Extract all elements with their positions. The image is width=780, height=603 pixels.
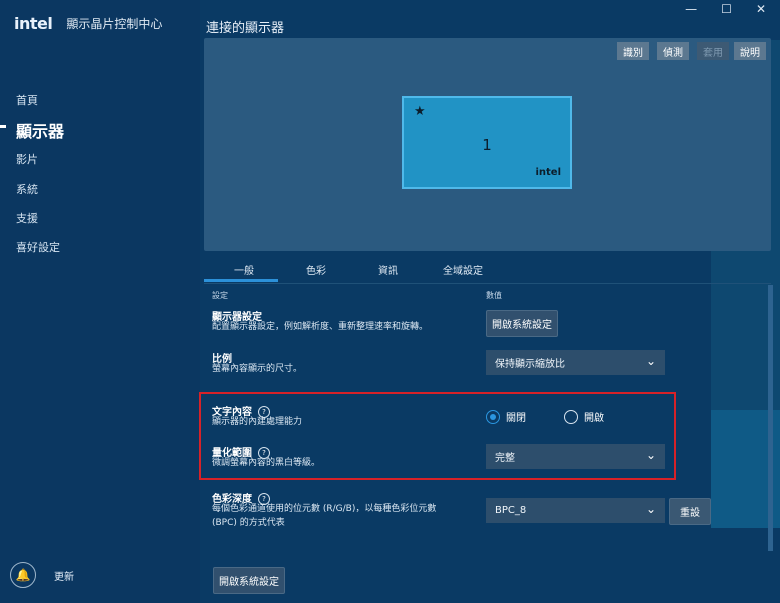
chevron-down-icon: ⌄	[645, 354, 656, 368]
display-settings-desc: 配置顯示器設定，例如解析度、重新整理速率和旋轉。	[212, 322, 429, 332]
sidebar-item-display[interactable]: 顯示器	[16, 118, 64, 142]
display-preview: 識別 偵測 套用 說明 ★ 1 intel	[204, 38, 771, 251]
bell-icon: 🔔	[10, 562, 36, 588]
update-item[interactable]: 🔔 更新	[10, 562, 74, 588]
scrollbar-thumb[interactable]	[768, 285, 773, 551]
divider	[204, 283, 771, 284]
help-button[interactable]: 說明	[734, 42, 766, 60]
color-depth-desc-1: 每個色彩通道使用的位元數 (R/G/B)，以每種色彩位元數	[212, 504, 437, 514]
footer-bar: 開啟系統設定	[200, 553, 768, 603]
color-depth-value: BPC_8	[495, 505, 527, 516]
tab-info[interactable]: 資訊	[378, 262, 398, 277]
app-title: 顯示晶片控制中心	[66, 17, 163, 31]
sidebar-item-video[interactable]: 影片	[16, 151, 38, 167]
maximize-button[interactable]: ☐	[721, 2, 732, 16]
window-controls: — ☐ ✕	[685, 2, 766, 16]
active-indicator	[0, 125, 6, 128]
close-button[interactable]: ✕	[756, 2, 766, 16]
scale-select[interactable]: 保持顯示縮放比 ⌄	[486, 350, 665, 375]
color-depth-desc-2: (BPC) 的方式代表	[212, 518, 285, 528]
color-depth-select[interactable]: BPC_8 ⌄	[486, 498, 665, 523]
monitor-brand: intel	[535, 167, 561, 178]
column-header-setting: 設定	[212, 291, 228, 300]
column-header-value: 數值	[486, 291, 502, 300]
sidebar: intel 顯示晶片控制中心 首頁 顯示器 影片 系統 支援 喜好設定 🔔 更新	[0, 0, 200, 603]
minimize-button[interactable]: —	[685, 2, 697, 16]
detect-button[interactable]: 偵測	[657, 42, 689, 60]
scale-value: 保持顯示縮放比	[495, 359, 565, 370]
chevron-down-icon: ⌄	[645, 502, 656, 516]
open-system-settings-button[interactable]: 開啟系統設定	[486, 310, 558, 337]
sidebar-item-support[interactable]: 支援	[16, 210, 38, 226]
intel-logo: intel	[14, 14, 53, 33]
tab-general[interactable]: 一般	[234, 262, 254, 277]
tab-bar: 一般 色彩 資訊 全域設定	[204, 258, 771, 284]
update-label: 更新	[54, 571, 74, 583]
highlight-box	[199, 392, 676, 480]
sidebar-item-preferences[interactable]: 喜好設定	[16, 239, 60, 255]
star-icon: ★	[414, 104, 426, 119]
monitor-number: 1	[482, 136, 492, 154]
scale-desc: 螢幕內容顯示的尺寸。	[212, 364, 303, 374]
tab-underline	[204, 279, 278, 282]
identify-button[interactable]: 識別	[617, 42, 649, 60]
page-title: 連接的顯示器	[206, 21, 285, 36]
sidebar-item-system[interactable]: 系統	[16, 181, 38, 197]
brand: intel 顯示晶片控制中心	[14, 14, 162, 33]
sidebar-item-home[interactable]: 首頁	[16, 92, 38, 108]
main-content: — ☐ ✕ 連接的顯示器 識別 偵測 套用 說明 ★ 1 intel 一般 色彩…	[200, 0, 780, 603]
apply-button: 套用	[697, 42, 729, 60]
reset-button[interactable]: 重設	[669, 498, 711, 525]
monitor-tile[interactable]: ★ 1 intel	[402, 96, 572, 189]
tab-color[interactable]: 色彩	[306, 262, 326, 277]
footer-open-system-settings-button[interactable]: 開啟系統設定	[213, 567, 285, 594]
tab-global-settings[interactable]: 全域設定	[443, 262, 483, 277]
